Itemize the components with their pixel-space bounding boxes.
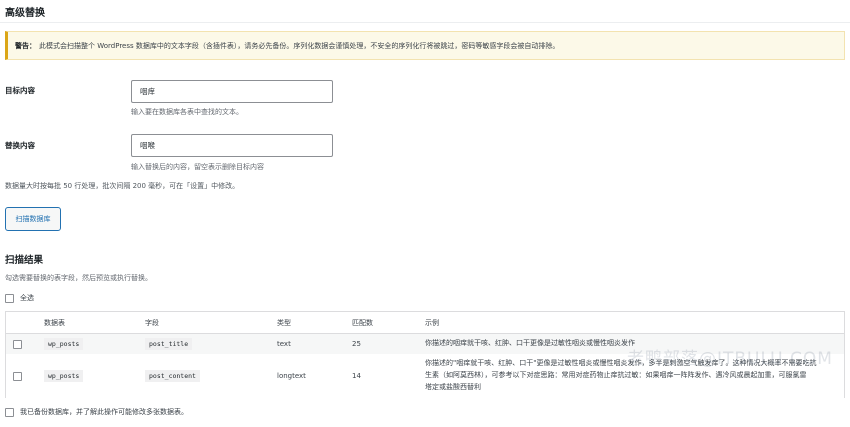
field-type: longtext xyxy=(277,372,306,380)
example-line: 生素（如阿莫西林），可参考以下对症思路：常用对症药物止痒抗过敏：如果咽痒一阵阵发… xyxy=(425,371,807,379)
match-count: 25 xyxy=(352,340,361,348)
watermark-text: 老鸭部落@ITBULU.COM xyxy=(627,349,833,369)
replace-content-label: 替换内容 xyxy=(5,141,35,150)
column-header-field: 字段 xyxy=(145,319,159,327)
example-line: 你描述的咽痒就干咳、红肿、口干更像是过敏性咽炎或慢性咽炎发作 xyxy=(425,339,635,347)
scan-database-button[interactable]: 扫描数据库 xyxy=(5,207,61,231)
row-checkbox[interactable] xyxy=(13,372,22,381)
batch-info-text: 数据量大时按每批 50 行处理，批次间隔 200 毫秒，可在「设置」中修改。 xyxy=(5,182,240,190)
column-header-count: 匹配数 xyxy=(352,319,373,327)
target-content-input[interactable] xyxy=(131,80,333,103)
scan-results-title: 扫描结果 xyxy=(5,255,44,266)
column-header-table: 数据表 xyxy=(44,319,65,327)
scan-results-description: 勾选需要替换的表字段，然后预览或执行替换。 xyxy=(5,274,152,282)
table-header: 数据表 字段 类型 匹配数 示例 xyxy=(6,312,844,334)
column-header-type: 类型 xyxy=(277,319,291,327)
backup-confirm-checkbox[interactable]: 我已备份数据库，并了解此操作可能修改多张数据表。 xyxy=(5,407,188,417)
backup-confirm-label: 我已备份数据库，并了解此操作可能修改多张数据表。 xyxy=(20,408,188,416)
title-divider xyxy=(0,22,850,23)
example-line: 塔定或盐酸西替利 xyxy=(425,383,481,391)
field-type: text xyxy=(277,340,291,348)
column-header-example: 示例 xyxy=(425,319,439,327)
select-all-box[interactable] xyxy=(5,293,14,303)
warning-notice: 警告： 此模式会扫描整个 WordPress 数据库中的文本字段（含插件表），请… xyxy=(5,31,845,60)
notice-text: 此模式会扫描整个 WordPress 数据库中的文本字段（含插件表），请务必先备… xyxy=(39,41,560,50)
page-title: 高级替换 xyxy=(5,8,45,19)
target-content-label: 目标内容 xyxy=(5,86,35,95)
field-name: post_title xyxy=(145,338,193,350)
row-checkbox[interactable] xyxy=(13,340,22,349)
select-all-checkbox[interactable]: 全选 xyxy=(5,293,34,303)
replace-content-input[interactable] xyxy=(131,134,333,157)
notice-label: 警告： xyxy=(15,41,36,50)
table-name: wp_posts xyxy=(44,338,84,350)
target-content-help: 输入要在数据库各表中查找的文本。 xyxy=(131,108,243,116)
replace-content-help: 输入替换后的内容，留空表示删除目标内容 xyxy=(131,163,264,171)
example-text: 你描述的咽痒就干咳、红肿、口干更像是过敏性咽炎或慢性咽炎发作 xyxy=(425,337,635,349)
table-name: wp_posts xyxy=(44,370,84,382)
backup-confirm-box[interactable] xyxy=(5,407,14,417)
select-all-label: 全选 xyxy=(20,294,34,302)
match-count: 14 xyxy=(352,372,361,380)
field-name: post_content xyxy=(145,370,200,382)
